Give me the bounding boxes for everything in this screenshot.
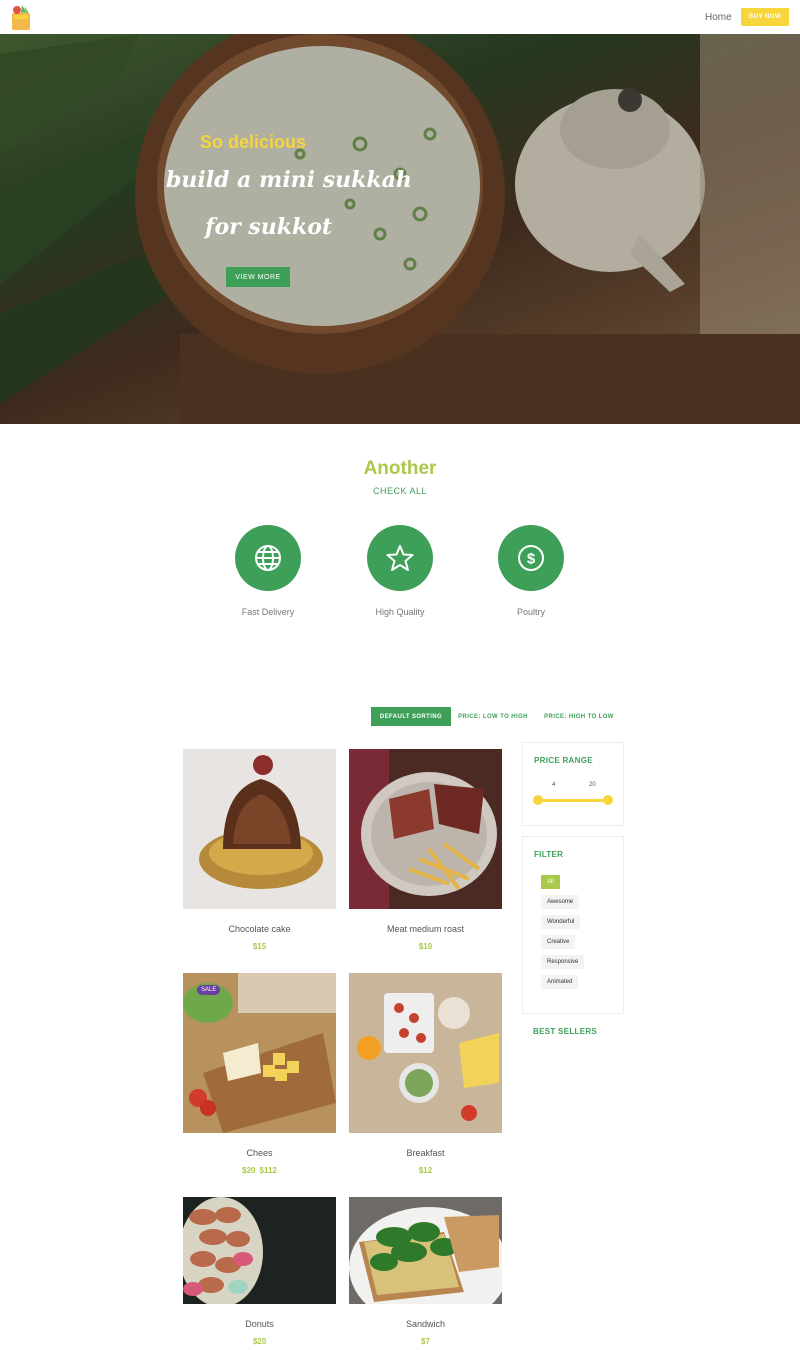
product-image-meat-roast[interactable] [349, 749, 502, 909]
filter-tag-responsive[interactable]: Responsive [541, 955, 585, 969]
product-card[interactable]: SALE Chees $20 $112 [183, 973, 336, 1175]
product-price: $7 [421, 1337, 430, 1346]
product-image-cheese[interactable]: SALE [183, 973, 336, 1133]
sort-high-low-button[interactable]: PRICE: HIGH TO LOW [537, 707, 621, 726]
filter-tag-wonderful[interactable]: Wonderful [541, 915, 581, 929]
product-name[interactable]: Meat medium roast [349, 924, 502, 934]
feature-label: High Quality [375, 607, 425, 617]
feature-poultry: $ Poultry [486, 525, 576, 617]
filter-tag-creative[interactable]: Creative [541, 935, 576, 949]
hero-background-image [0, 34, 800, 424]
features-title: Another [363, 458, 437, 479]
product-name[interactable]: Chocolate cake [183, 924, 336, 934]
current-price: $20 [242, 1166, 256, 1175]
dollar-icon: $ [518, 545, 544, 571]
view-more-button[interactable]: VIEW MORE [226, 267, 290, 287]
price-range-title: PRICE RANGE [534, 756, 593, 765]
features-subtitle: CHECK ALL [372, 486, 428, 496]
star-icon [386, 545, 414, 571]
hero-headline-line1: build a mini sukkah [166, 167, 412, 193]
feature-icon-circle: $ [498, 525, 564, 591]
buy-now-button[interactable]: BUY NOW [741, 8, 789, 26]
old-price: $112 [259, 1166, 277, 1175]
filter-tag-all[interactable]: All [541, 875, 560, 889]
nav-home-link[interactable]: Home [705, 12, 732, 23]
product-price: $15 [252, 942, 267, 951]
product-name[interactable]: Chees [183, 1148, 336, 1158]
product-price: $20 $112 [183, 1166, 336, 1175]
range-max-label: 20 [589, 782, 596, 788]
product-card[interactable]: Meat medium roast $10 [349, 749, 502, 951]
feature-icon-circle [367, 525, 433, 591]
grocery-bag-logo[interactable] [10, 3, 32, 31]
price-range-widget: PRICE RANGE 4 20 [522, 742, 624, 826]
svg-text:$: $ [527, 551, 536, 568]
sort-low-high-button[interactable]: PRICE: LOW TO HIGH [455, 707, 531, 726]
filter-widget: FILTER All Awesome Wonderful Creative Re… [522, 836, 624, 1014]
range-slider-track[interactable] [539, 799, 610, 802]
product-price: $12 [418, 1166, 433, 1175]
globe-icon [255, 545, 281, 571]
top-header: Home BUY NOW [0, 0, 800, 34]
product-price: $20 [252, 1337, 267, 1346]
product-card[interactable]: Sandwich $7 [349, 1197, 502, 1346]
feature-label: Poultry [516, 607, 545, 617]
product-name[interactable]: Sandwich [349, 1319, 502, 1329]
filter-title: FILTER [534, 850, 564, 859]
product-price: $10 [418, 942, 433, 951]
feature-high-quality: High Quality [355, 525, 445, 617]
range-min-label: 4 [552, 782, 556, 788]
product-name[interactable]: Donuts [183, 1319, 336, 1329]
best-sellers-title: BEST SELLERS [533, 1027, 598, 1036]
range-min-handle[interactable] [533, 795, 543, 805]
feature-icon-circle [235, 525, 301, 591]
product-image-chocolate-cake[interactable] [183, 749, 336, 909]
product-card[interactable]: Donuts $20 [183, 1197, 336, 1346]
feature-fast-delivery: Fast Delivery [223, 525, 313, 617]
product-image-breakfast[interactable] [349, 973, 502, 1133]
product-name[interactable]: Breakfast [349, 1148, 502, 1158]
hero-kicker: So delicious [200, 132, 307, 152]
filter-tag-animated[interactable]: Animated [541, 975, 579, 989]
product-card[interactable]: Breakfast $12 [349, 973, 502, 1175]
product-card[interactable]: Chocolate cake $15 [183, 749, 336, 951]
range-max-handle[interactable] [603, 795, 613, 805]
sale-badge: SALE [197, 985, 221, 995]
hero-headline-line2: for sukkot [205, 214, 333, 240]
hero-banner: So delicious build a mini sukkah for suk… [0, 34, 800, 424]
product-image-donuts[interactable] [183, 1197, 336, 1304]
feature-label: Fast Delivery [241, 607, 295, 617]
sort-default-button[interactable]: DEFAULT SORTING [371, 707, 451, 726]
filter-tag-awesome[interactable]: Awesome [541, 895, 580, 909]
product-image-sandwich[interactable] [349, 1197, 502, 1304]
